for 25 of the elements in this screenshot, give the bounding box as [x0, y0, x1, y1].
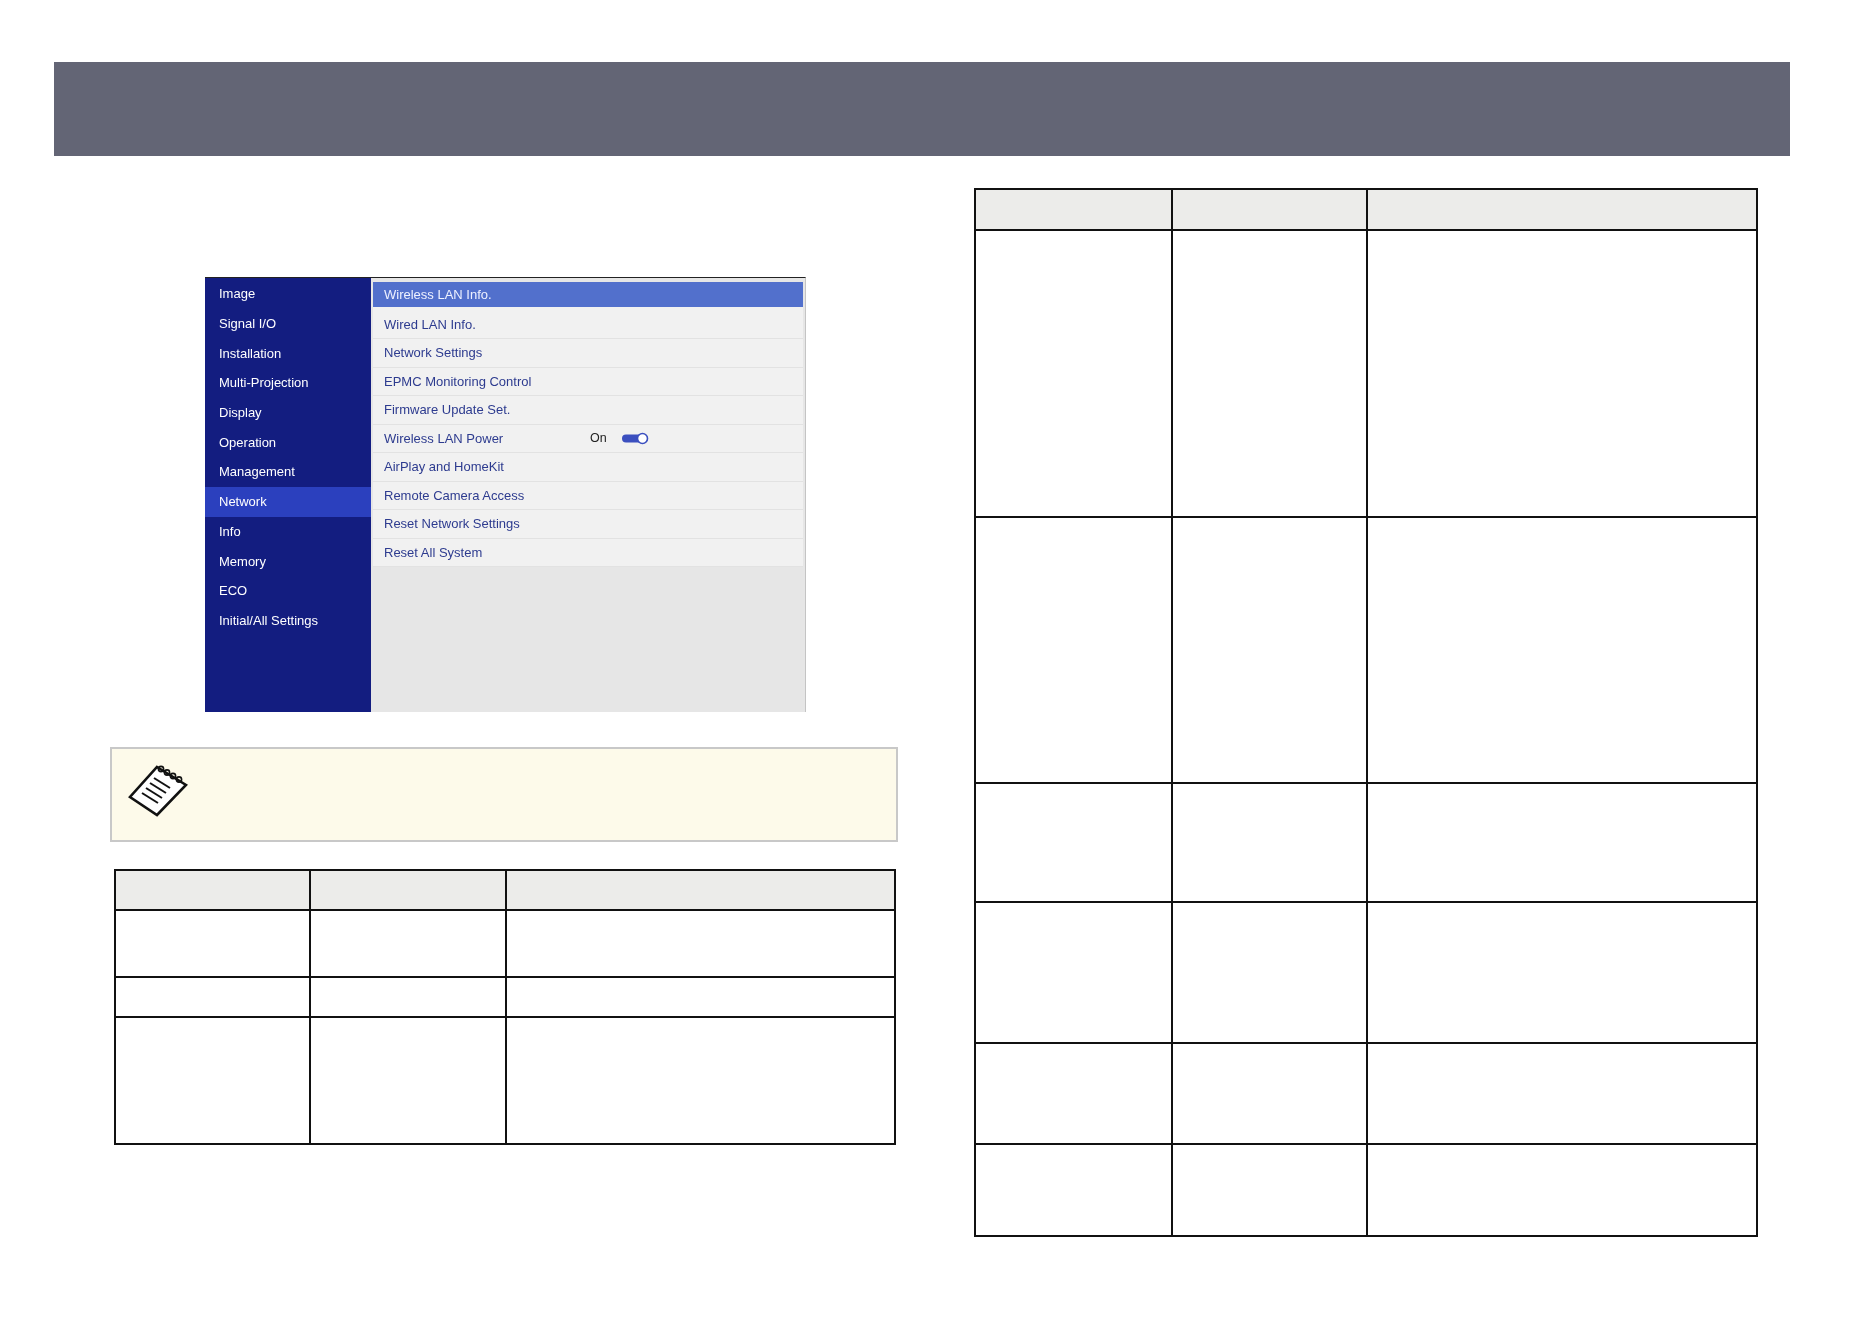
menu-item[interactable]: Network Settings	[373, 339, 803, 368]
sidebar-item[interactable]: Memory	[205, 546, 371, 576]
notepad-icon	[128, 764, 188, 818]
sidebar-item[interactable]: Image	[205, 279, 371, 309]
sidebar-item[interactable]: Network	[205, 486, 371, 517]
sidebar-item[interactable]: Operation	[205, 427, 371, 458]
sidebar-item[interactable]: Installation	[205, 338, 371, 369]
menu-item[interactable]: Wireless LAN Power On	[373, 424, 803, 453]
toggle-switch[interactable]	[620, 431, 649, 445]
setting-value: On	[590, 431, 607, 446]
sidebar-item[interactable]: Multi-Projection	[205, 368, 371, 398]
sidebar-item[interactable]: ECO	[205, 575, 371, 606]
menu-item[interactable]: Reset Network Settings	[373, 510, 803, 539]
sidebar-item[interactable]: Management	[205, 457, 371, 487]
menu-item[interactable]: Remote Camera Access	[373, 481, 803, 510]
menu-item[interactable]: Wired LAN Info.	[373, 310, 803, 339]
sidebar-item[interactable]: Initial/All Settings	[205, 605, 371, 636]
sidebar-item[interactable]: Display	[205, 397, 371, 428]
menu-item[interactable]: Firmware Update Set.	[373, 396, 803, 425]
sidebar-item[interactable]: Info	[205, 516, 371, 547]
menu-item[interactable]: AirPlay and HomeKit	[373, 453, 803, 482]
menu-item[interactable]: EPMC Monitoring Control	[373, 367, 803, 396]
menu-item[interactable]: Wireless LAN Info.	[373, 282, 803, 311]
menu-item[interactable]: Reset All System	[373, 538, 803, 567]
sidebar-item[interactable]: Signal I/O	[205, 308, 371, 339]
